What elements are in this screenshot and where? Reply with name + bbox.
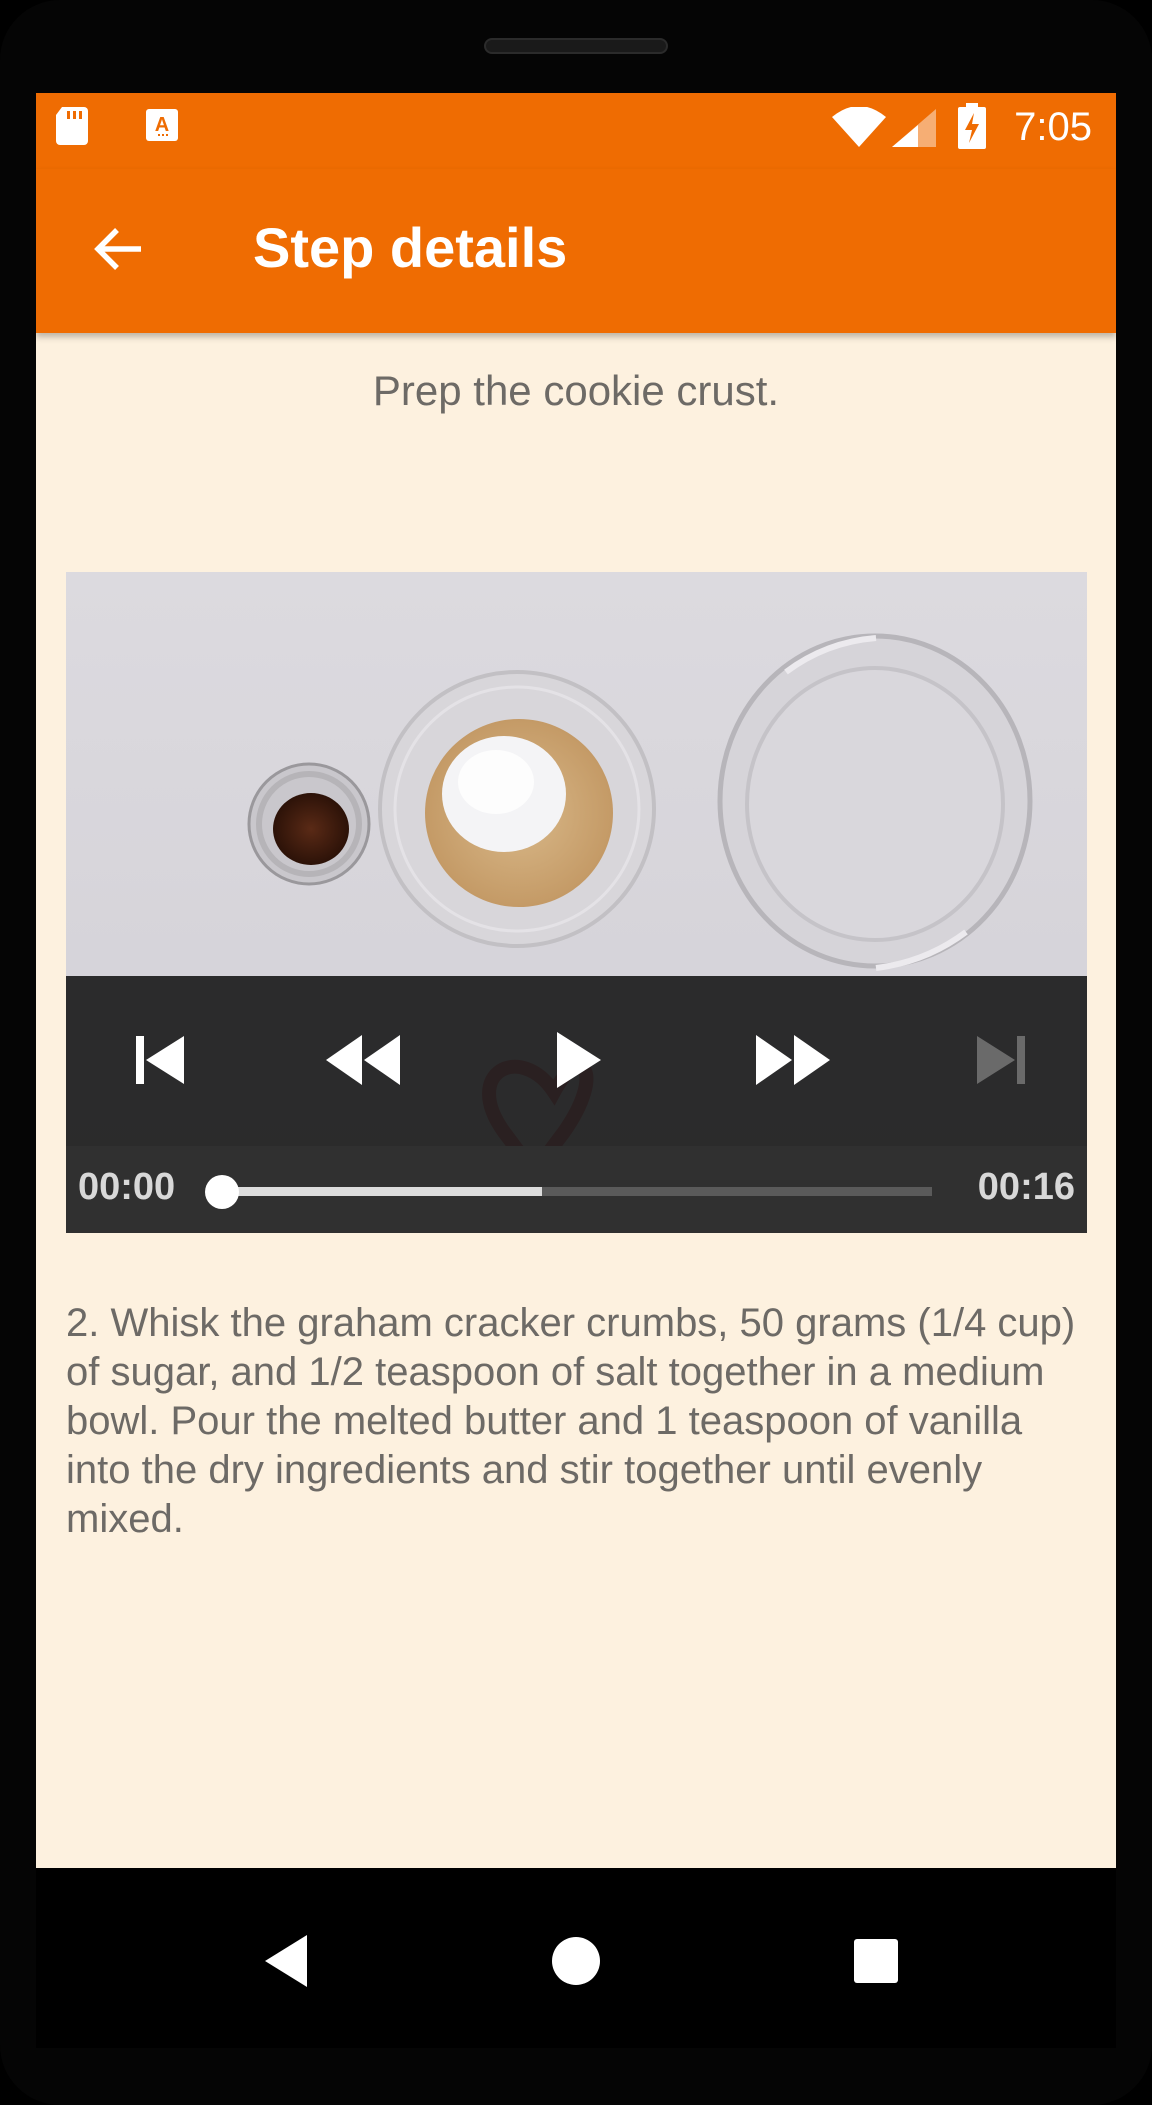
a-keyboard-icon: A xyxy=(144,107,180,148)
fast-forward-button[interactable] xyxy=(753,1022,833,1102)
nav-recents-icon xyxy=(853,1938,899,1989)
arrow-left-icon xyxy=(93,226,143,277)
page-title: Step details xyxy=(253,216,568,279)
sd-card-icon xyxy=(54,105,90,150)
nav-home-icon xyxy=(551,1936,601,1991)
status-bar: A 7:05 xyxy=(36,93,1116,169)
phone-frame: A 7:05 Step details Prep the cookie crus… xyxy=(0,0,1152,2105)
player-progress-bar: 00:00 00:16 xyxy=(66,1146,1087,1233)
duration: 00:16 xyxy=(977,1166,1075,1208)
buffered-indicator xyxy=(222,1187,542,1196)
skip-previous-icon xyxy=(134,1034,186,1091)
skip-next-button[interactable] xyxy=(961,1022,1041,1102)
svg-text:A: A xyxy=(155,114,169,136)
seek-thumb[interactable] xyxy=(205,1175,239,1209)
nav-back-icon xyxy=(263,1934,309,1992)
back-button[interactable] xyxy=(76,217,160,285)
player-controls xyxy=(66,976,1087,1146)
skip-next-icon xyxy=(975,1034,1027,1091)
rewind-icon xyxy=(326,1034,400,1090)
earpiece-speaker xyxy=(484,38,668,54)
clock: 7:05 xyxy=(1014,105,1092,149)
navigation-bar xyxy=(36,1868,1116,2048)
wifi-icon xyxy=(832,106,886,152)
nav-home-button[interactable] xyxy=(536,1923,616,2003)
seek-bar[interactable] xyxy=(205,1175,932,1209)
current-position: 00:00 xyxy=(78,1166,176,1208)
play-icon xyxy=(555,1031,603,1093)
fast-forward-icon xyxy=(756,1034,830,1090)
step-short-description: Prep the cookie crust. xyxy=(372,367,780,414)
step-description: 2. Whisk the graham cracker crumbs, 50 g… xyxy=(66,1301,1076,1541)
skip-previous-button[interactable] xyxy=(120,1022,200,1102)
nav-recents-button[interactable] xyxy=(836,1923,916,2003)
play-button[interactable] xyxy=(539,1022,619,1102)
cell-signal-icon xyxy=(892,109,936,152)
battery-charging-icon xyxy=(958,103,986,154)
video-player[interactable]: 00:00 00:16 xyxy=(66,572,1087,1233)
rewind-button[interactable] xyxy=(323,1022,403,1102)
app-bar: Step details xyxy=(36,169,1116,333)
screen: A 7:05 Step details Prep the cookie crus… xyxy=(36,93,1116,1868)
nav-back-button[interactable] xyxy=(246,1923,326,2003)
